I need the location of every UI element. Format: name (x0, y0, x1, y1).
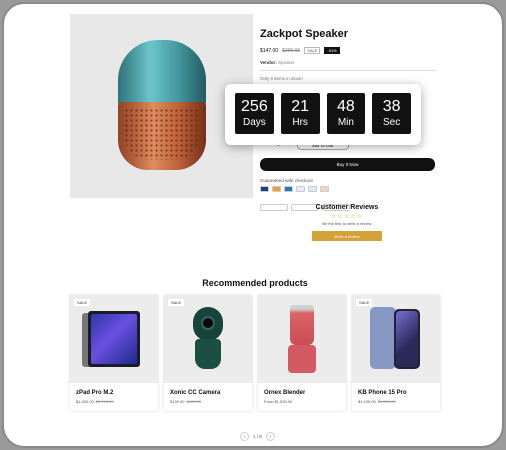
discount-badge: -51% (324, 47, 340, 54)
product-card-price: $1,400.00 $2,000.00 (76, 399, 114, 404)
paypal-icon (296, 186, 305, 192)
product-card-price: $159.00 $499.00 (170, 399, 201, 404)
stock-text: Only 6 items in stock! (260, 76, 303, 81)
visa-icon (260, 186, 269, 192)
product-card-price: $1,199.00 $1,500.00 (358, 399, 396, 404)
customer-reviews: Customer Reviews ☆☆☆☆☆ Be the first to w… (312, 204, 382, 241)
product-info: Zackpot Speaker $147.00 $299.00 SALE -51… (260, 14, 438, 211)
write-review-button[interactable]: Write a review (312, 231, 382, 241)
product-card-name[interactable]: Xonic CC Camera (170, 390, 252, 396)
countdown-value: 21 (291, 98, 310, 115)
app-frame: Zackpot Speaker $147.00 $299.00 SALE -51… (2, 2, 504, 448)
discover-icon (320, 186, 329, 192)
blender-image (288, 305, 316, 373)
product-card-image[interactable]: SALE (70, 295, 158, 383)
countdown-value: 48 (336, 98, 355, 115)
tablet-image (88, 311, 140, 367)
tab-1[interactable] (260, 204, 288, 211)
diners-icon (308, 186, 317, 192)
mastercard-icon (272, 186, 281, 192)
next-page-button[interactable]: › (265, 432, 275, 441)
vendor: Vendor: Speaker (260, 60, 438, 65)
countdown-value: 256 (241, 98, 268, 115)
vendor-value[interactable]: Speaker (278, 60, 295, 65)
product-card-name[interactable]: Ornex Blender (264, 390, 346, 396)
product-card[interactable]: SALE zPad Pro M.2 $1,400.00 $2,000.00 (70, 295, 158, 411)
sale-badge: SALE (74, 299, 91, 306)
product-card-image[interactable]: SALE (352, 295, 440, 383)
product-card[interactable]: Ornex Blender From $1,030.00 (258, 295, 346, 411)
countdown-label: Min (337, 117, 354, 128)
countdown-timer: 256 Days 21 Hrs 48 Min 38 Sec (225, 84, 421, 145)
payment-icons (260, 186, 329, 192)
product-price: $147.00 (260, 47, 279, 54)
compare-price: $299.00 (282, 47, 301, 54)
rating-stars: ☆☆☆☆☆ (331, 214, 363, 220)
prev-page-button[interactable]: ‹ (240, 432, 249, 441)
countdown-label: Hrs (292, 117, 308, 128)
reviews-title: Customer Reviews (315, 204, 379, 211)
countdown-hours: 21 Hrs (280, 93, 320, 134)
countdown-days: 256 Days (235, 93, 274, 134)
page-indicator: 1 / 8 (253, 434, 262, 439)
product-card-price: From $1,030.00 (264, 399, 293, 404)
vendor-label: Vendor: (260, 60, 277, 65)
product-card-name[interactable]: KB Phone 15 Pro (358, 390, 440, 396)
sale-badge: SALE (304, 47, 321, 54)
product-card-name[interactable]: zPad Pro M.2 (76, 390, 158, 396)
camera-image (191, 307, 225, 369)
sale-badge: SALE (356, 299, 373, 306)
price-row: $147.00 $299.00 SALE -51% (260, 47, 438, 54)
countdown-label: Sec (383, 117, 401, 128)
countdown-value: 38 (382, 98, 401, 115)
countdown-seconds: 38 Sec (372, 93, 411, 134)
phone-image (394, 309, 420, 369)
sale-badge: SALE (168, 299, 185, 306)
product-card-image[interactable]: SALE (164, 295, 252, 383)
reviews-empty-text: Be the first to write a review (322, 221, 372, 226)
countdown-minutes: 48 Min (326, 93, 366, 134)
product-title: Zackpot Speaker (260, 28, 349, 40)
product-card[interactable]: SALE Xonic CC Camera $159.00 $499.00 (164, 295, 252, 411)
divider (260, 70, 436, 71)
buy-now-button[interactable]: Buy It Now (260, 158, 435, 171)
countdown-label: Days (242, 117, 266, 128)
pagination: ‹ 1 / 8 › (240, 432, 275, 441)
recommended-title: Recommended products (202, 278, 308, 288)
speaker-image (118, 40, 206, 170)
amex-icon (284, 186, 293, 192)
product-card[interactable]: SALE KB Phone 15 Pro $1,199.00 $1,500.00 (352, 295, 440, 411)
recommended-products: SALE zPad Pro M.2 $1,400.00 $2,000.00 SAL… (70, 295, 440, 411)
checkout-label: Guaranteed safe checkout (260, 178, 313, 183)
product-card-image[interactable] (258, 295, 346, 383)
